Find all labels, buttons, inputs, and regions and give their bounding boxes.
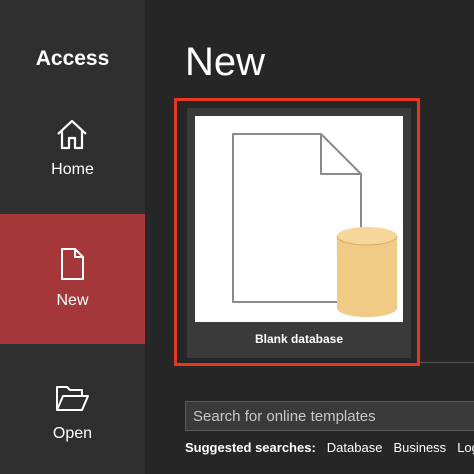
new-document-icon bbox=[54, 246, 90, 282]
app-title: Access bbox=[35, 47, 110, 70]
suggested-link-business[interactable]: Business bbox=[393, 440, 446, 455]
sidebar-item-new[interactable]: New bbox=[0, 214, 145, 344]
template-blank-database[interactable]: Blank database bbox=[187, 108, 411, 358]
template-search-box[interactable] bbox=[185, 401, 474, 431]
suggested-link-database[interactable]: Database bbox=[327, 440, 383, 455]
main-panel: New Blank database Suggested searches: Da… bbox=[145, 0, 474, 474]
page-title: New bbox=[185, 40, 266, 84]
sidebar: Access Home New Open bbox=[0, 0, 145, 474]
suggested-link-logs[interactable]: Logs bbox=[457, 440, 474, 455]
suggested-searches-label: Suggested searches: bbox=[185, 440, 316, 455]
blank-database-thumbnail bbox=[195, 116, 403, 322]
sidebar-item-label: Home bbox=[51, 161, 94, 178]
sidebar-item-label: Open bbox=[52, 425, 93, 442]
template-label: Blank database bbox=[254, 332, 344, 346]
sidebar-item-open[interactable]: Open bbox=[0, 364, 145, 474]
sidebar-item-home[interactable]: Home bbox=[0, 100, 145, 200]
folder-open-icon bbox=[54, 380, 90, 416]
suggested-searches: Suggested searches: Database Business Logs bbox=[185, 440, 474, 456]
sidebar-item-label: New bbox=[56, 292, 89, 309]
search-input[interactable] bbox=[186, 402, 474, 430]
divider bbox=[420, 362, 474, 363]
home-icon bbox=[54, 116, 90, 152]
